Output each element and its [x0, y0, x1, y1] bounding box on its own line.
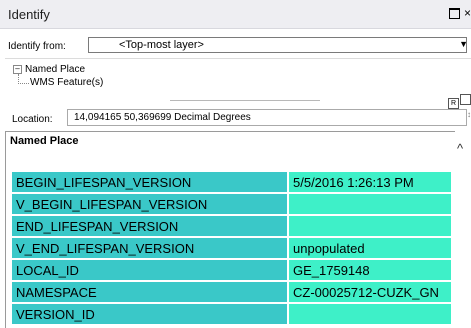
table-row[interactable]: NAMESPACE CZ-00025712-CUZK_GN — [12, 281, 453, 304]
tree-connector — [18, 74, 29, 84]
window-title: Identify — [8, 7, 50, 22]
field-name: END_LIFESPAN_VERSION — [12, 215, 289, 238]
splitter-buttons: R — [447, 94, 471, 109]
vertical-scrollbar[interactable]: ^ — [455, 131, 471, 327]
title-bar: Identify × — [0, 0, 471, 29]
tree-node-feature[interactable]: WMS Feature(s) — [30, 77, 103, 88]
resize-icon: ↕ — [467, 110, 471, 119]
window-controls: × — [448, 6, 471, 20]
field-name: V_BEGIN_LIFESPAN_VERSION — [12, 193, 289, 216]
table-row[interactable]: V_END_LIFESPAN_VERSION unpopulated — [12, 237, 453, 260]
collapse-icon[interactable]: – — [13, 64, 22, 74]
field-value: GE_1759148 — [288, 259, 453, 282]
restore-icon[interactable] — [448, 8, 460, 20]
field-name: V_END_LIFESPAN_VERSION — [12, 237, 289, 260]
field-value — [288, 193, 453, 216]
field-name: NAMESPACE — [12, 281, 289, 304]
field-value: unpopulated — [288, 237, 453, 260]
reset-button[interactable]: R — [448, 98, 459, 109]
attribute-table: BEGIN_LIFESPAN_VERSION 5/5/2016 1:26:13 … — [12, 172, 453, 326]
table-row[interactable]: BEGIN_LIFESPAN_VERSION 5/5/2016 1:26:13 … — [12, 172, 453, 194]
chevron-up-icon[interactable]: ^ — [457, 141, 463, 156]
field-value — [288, 215, 453, 238]
tree-node-layer-label: Named Place — [25, 64, 86, 75]
chevron-down-icon[interactable]: ▼ — [459, 39, 468, 49]
location-label: Location: — [12, 114, 53, 125]
table-row[interactable]: END_LIFESPAN_VERSION — [12, 215, 453, 238]
field-value: CZ-00025712-CUZK_GN — [288, 281, 453, 304]
location-field[interactable]: 14,094165 50,369699 Decimal Degrees — [67, 109, 467, 126]
field-name: BEGIN_LIFESPAN_VERSION — [12, 172, 289, 194]
identify-from-value: <Top-most layer> — [119, 39, 204, 51]
identify-from-dropdown[interactable]: <Top-most layer> ▼ — [88, 37, 468, 53]
field-name: VERSION_ID — [12, 303, 289, 326]
attributes-panel: Named Place BEGIN_LIFESPAN_VERSION 5/5/2… — [5, 131, 471, 328]
close-icon[interactable]: × — [464, 6, 471, 20]
table-row[interactable]: V_BEGIN_LIFESPAN_VERSION — [12, 193, 453, 216]
expand-button[interactable] — [460, 94, 471, 105]
pane-splitter[interactable]: R — [5, 93, 471, 109]
table-row[interactable]: VERSION_ID — [12, 303, 453, 326]
field-name: LOCAL_ID — [12, 259, 289, 282]
location-value: 14,094165 50,369699 Decimal Degrees — [74, 112, 251, 123]
field-value: 5/5/2016 1:26:13 PM — [288, 172, 453, 194]
field-value — [288, 303, 453, 326]
identify-from-label: Identify from: — [8, 41, 66, 52]
splitter-grip[interactable] — [170, 100, 320, 101]
table-row[interactable]: LOCAL_ID GE_1759148 — [12, 259, 453, 282]
results-title: Named Place — [10, 135, 79, 147]
